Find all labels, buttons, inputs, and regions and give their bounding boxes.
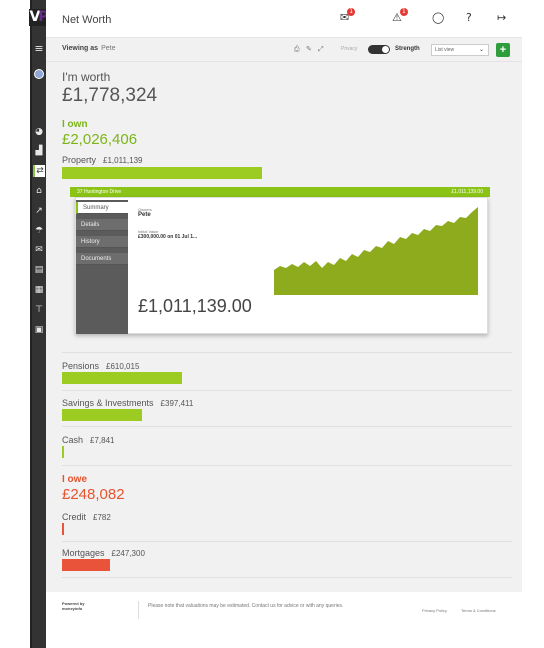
worth-label: I'm worth — [62, 70, 111, 84]
top-bar — [46, 0, 522, 38]
view-select[interactable]: List view ⌄ — [431, 44, 489, 56]
signpost-icon[interactable]: ⊤ — [33, 304, 45, 316]
expand-icon[interactable]: ⤢ — [318, 45, 324, 54]
viewing-as: Viewing as Pete — [62, 45, 115, 52]
category-bar — [62, 409, 142, 421]
owe-value: £248,082 — [62, 486, 125, 503]
document-icon[interactable]: ▤ — [33, 264, 45, 276]
category-amount: £1,011,139 — [103, 156, 143, 165]
category-name: Property — [62, 155, 97, 165]
print-icon[interactable]: ⎙ — [294, 45, 300, 54]
divider — [62, 426, 512, 427]
divider — [62, 541, 512, 542]
privacy-policy-link[interactable]: Privacy Policy — [422, 608, 447, 613]
page-title: Net Worth — [62, 14, 112, 26]
own-label: I own — [62, 119, 88, 130]
privacy-label: Privacy — [341, 46, 358, 52]
category-bar — [62, 372, 182, 384]
category-savings[interactable]: Savings & Investments £397,411 — [62, 398, 193, 408]
logout-icon[interactable]: ↦ — [497, 11, 506, 24]
avatar[interactable] — [34, 69, 44, 79]
category-name: Credit — [62, 512, 87, 522]
category-property[interactable]: Property £1,011,139 — [62, 155, 142, 165]
divider — [62, 352, 512, 353]
alert-icon[interactable]: ⚠ 1 — [392, 8, 408, 24]
divider — [62, 390, 512, 391]
calendar-icon[interactable]: ▦ — [33, 284, 45, 296]
chart-icon[interactable]: ↗ — [33, 205, 45, 217]
category-name: Mortgages — [62, 548, 105, 558]
property-header[interactable]: 37 Huntington Drive £1,011,139.00 — [70, 187, 490, 197]
terms-link[interactable]: Terms & Conditions — [461, 608, 496, 613]
alert-badge: 1 — [399, 8, 408, 16]
value-area — [274, 207, 478, 295]
category-cash[interactable]: Cash £7,841 — [62, 435, 114, 445]
initial-value: £300,000.00 on 01 Jul 1... — [138, 234, 198, 240]
category-bar — [62, 446, 64, 458]
privacy-toggle[interactable] — [368, 45, 390, 54]
home-icon[interactable]: ⌂ — [33, 185, 45, 197]
property-value-chart — [274, 207, 478, 295]
tab-details[interactable]: Details — [76, 219, 128, 231]
viewing-user: Pete — [101, 45, 116, 52]
category-amount: £397,411 — [160, 399, 194, 408]
property-name: 37 Huntington Drive — [77, 189, 122, 195]
category-amount: £7,841 — [90, 436, 115, 445]
help-icon[interactable]: ? — [466, 11, 472, 24]
dashboard-icon[interactable]: ◕ — [33, 126, 45, 138]
category-bar — [62, 167, 262, 179]
category-name: Pensions — [62, 361, 100, 371]
category-credit[interactable]: Credit £782 — [62, 512, 111, 522]
mail-icon[interactable]: ✉ 1 — [340, 8, 356, 24]
category-amount: £610,015 — [106, 362, 140, 371]
mail-icon[interactable]: ✉ — [33, 244, 45, 256]
user-icon[interactable]: ◯ — [432, 11, 444, 24]
view-select-value: List view — [435, 47, 455, 53]
category-amount: £782 — [93, 513, 111, 522]
category-pensions[interactable]: Pensions £610,015 — [62, 361, 139, 371]
own-value: £2,026,406 — [62, 131, 138, 148]
divider — [62, 577, 512, 578]
powered-by: Powered by moneyinfo — [62, 601, 84, 611]
category-bar — [62, 523, 64, 535]
footer-divider — [138, 601, 139, 619]
transfer-icon[interactable]: ⇄ — [33, 165, 45, 177]
calculator-icon[interactable]: ▣ — [33, 324, 45, 336]
footer-note: Please note that valuations may be estim… — [148, 603, 344, 609]
viewing-label: Viewing as — [62, 45, 99, 52]
category-name: Savings & Investments — [62, 398, 154, 408]
property-value: £1,011,139.00 — [138, 296, 252, 316]
app-logo[interactable]: VP — [29, 9, 49, 26]
category-amount: £247,300 — [111, 549, 145, 558]
menu-icon[interactable]: ≡ — [33, 43, 45, 55]
footer — [46, 592, 522, 648]
category-bar — [62, 559, 110, 571]
edit-icon[interactable]: ✎ — [306, 45, 312, 53]
property-header-value: £1,011,139.00 — [451, 189, 483, 195]
tab-history[interactable]: History — [76, 236, 128, 248]
category-mortgages[interactable]: Mortgages £247,300 — [62, 548, 145, 558]
owe-label: I owe — [62, 474, 88, 485]
powered-by-brand: moneyinfo — [62, 606, 83, 611]
strength-label: Strength — [395, 46, 420, 52]
umbrella-icon[interactable]: ☂ — [33, 225, 45, 237]
tab-summary[interactable]: Summary — [76, 202, 128, 214]
tab-documents[interactable]: Documents — [76, 253, 128, 265]
chevron-down-icon: ⌄ — [478, 47, 484, 53]
category-name: Cash — [62, 435, 84, 445]
add-button[interactable]: + — [496, 43, 510, 57]
owners-value: Pete — [138, 212, 151, 218]
worth-value: £1,778,324 — [62, 85, 158, 106]
bank-icon[interactable]: ▟ — [33, 145, 45, 157]
divider — [62, 465, 512, 466]
